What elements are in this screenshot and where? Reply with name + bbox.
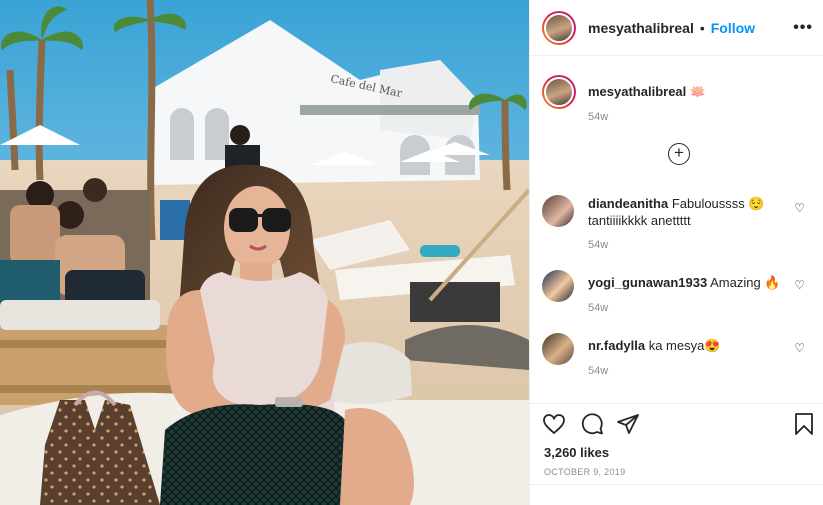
commenter-avatar[interactable] bbox=[542, 270, 574, 302]
header-username[interactable]: mesyathalibreal bbox=[588, 20, 694, 36]
comment-username[interactable]: yogi_gunawan1933 bbox=[588, 275, 707, 290]
comment-item: diandeanitha Fabuloussss 😌 tantiiiikkkk … bbox=[542, 195, 813, 255]
post-date[interactable]: OCTOBER 9, 2019 bbox=[544, 467, 625, 477]
comment-text: ka mesya😍 bbox=[648, 338, 721, 353]
comment-username[interactable]: nr.fadylla bbox=[588, 338, 645, 353]
caption-time[interactable]: 54w bbox=[588, 111, 608, 123]
caption-emoji: 🪷 bbox=[689, 84, 707, 99]
action-bar: 3,260 likes OCTOBER 9, 2019 bbox=[530, 403, 823, 505]
comment-username[interactable]: diandeanitha bbox=[588, 196, 668, 211]
comment-time[interactable]: 54w bbox=[588, 302, 608, 314]
instagram-post: Cafe del Mar mesyathalibreal • Follow ••… bbox=[0, 0, 823, 505]
follow-button[interactable]: Follow bbox=[711, 20, 755, 36]
heart-icon[interactable]: ♡ bbox=[794, 278, 805, 292]
comment-time[interactable]: 54w bbox=[588, 365, 608, 377]
comment-time[interactable]: 54w bbox=[588, 239, 608, 251]
more-icon[interactable]: ••• bbox=[793, 19, 813, 37]
likes-count[interactable]: 3,260 likes bbox=[544, 445, 609, 460]
heart-icon[interactable]: ♡ bbox=[794, 201, 805, 215]
comment-item: nr.fadylla ka mesya😍 54w ♡ bbox=[542, 333, 813, 383]
post-sidebar: mesyathalibreal • Follow ••• mesyathalib… bbox=[529, 0, 823, 505]
bookmark-icon[interactable] bbox=[793, 412, 815, 436]
commenter-avatar[interactable] bbox=[542, 333, 574, 365]
plus-circle-icon[interactable]: + bbox=[668, 143, 690, 165]
heart-icon[interactable] bbox=[542, 412, 566, 436]
caption-avatar[interactable] bbox=[542, 75, 576, 109]
commenter-avatar[interactable] bbox=[542, 195, 574, 227]
caption-username[interactable]: mesyathalibreal bbox=[588, 84, 686, 99]
comment-item: yogi_gunawan1933 Amazing 🔥 54w ♡ bbox=[542, 270, 813, 320]
separator-dot: • bbox=[699, 19, 705, 36]
avatar[interactable] bbox=[542, 10, 576, 45]
comments-list: mesyathalibreal 🪷 54w + diandeanitha Fab… bbox=[530, 57, 823, 402]
share-icon[interactable] bbox=[616, 412, 640, 436]
comment-text: Amazing 🔥 bbox=[710, 275, 781, 290]
post-image: Cafe del Mar bbox=[0, 0, 529, 505]
post-header: mesyathalibreal • Follow ••• bbox=[530, 0, 823, 56]
caption: mesyathalibreal 🪷 54w bbox=[542, 75, 813, 135]
heart-icon[interactable]: ♡ bbox=[794, 341, 805, 355]
post-photo[interactable]: Cafe del Mar bbox=[0, 0, 529, 505]
comment-icon[interactable] bbox=[580, 412, 604, 436]
add-comment-area[interactable] bbox=[530, 484, 823, 485]
